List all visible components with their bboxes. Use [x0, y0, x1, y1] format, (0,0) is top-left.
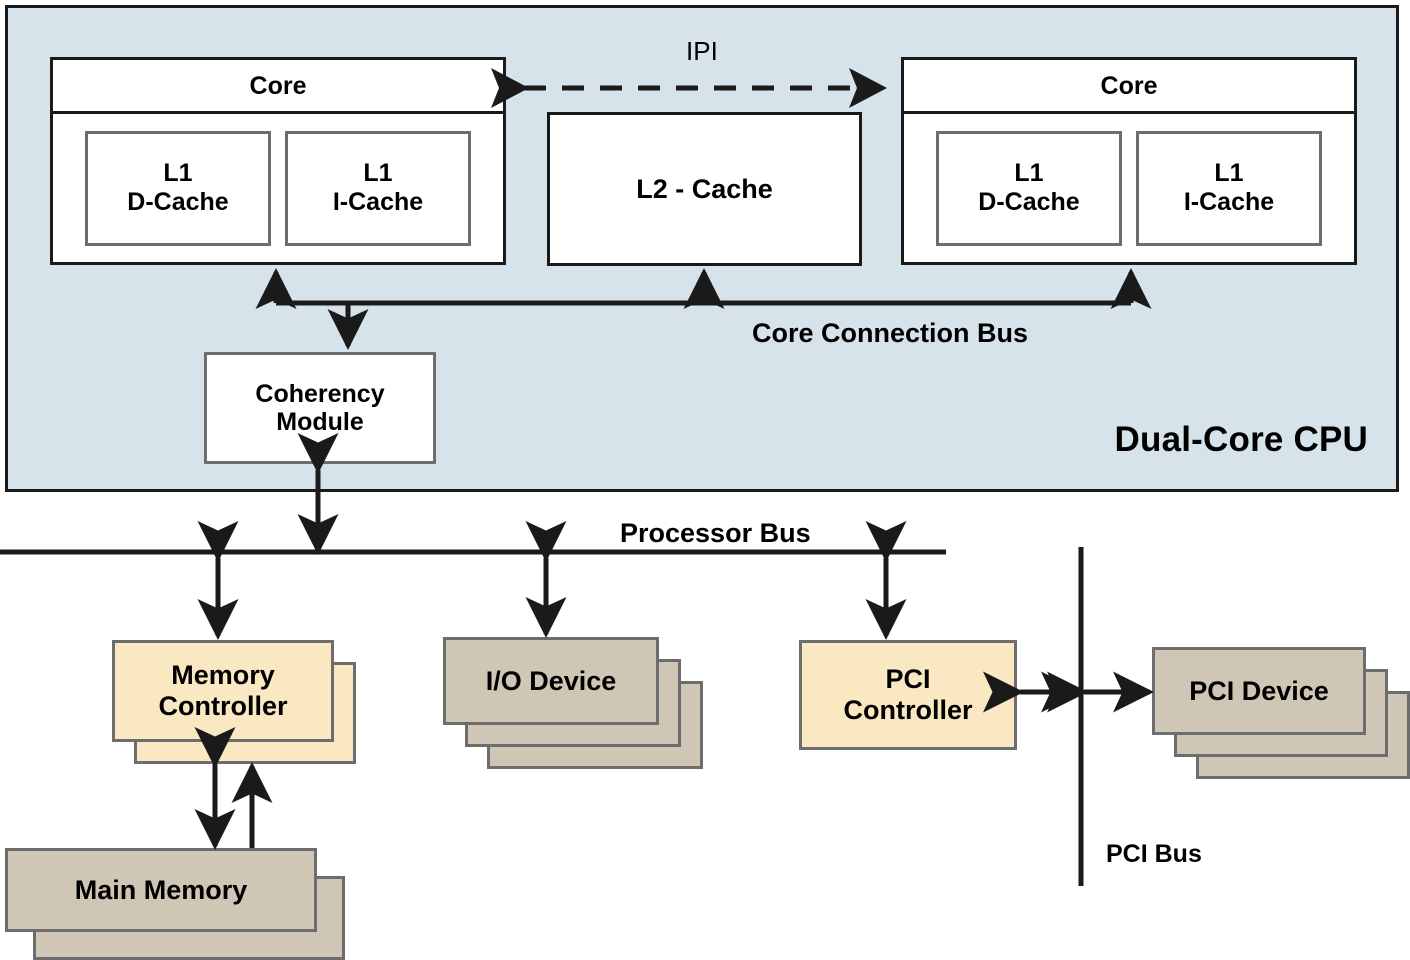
main-memory-label: Main Memory: [74, 874, 248, 905]
coherency-module-line1: Coherency: [255, 380, 385, 408]
l1-d-cache-left: L1 D-Cache: [85, 130, 271, 246]
pci-controller-stack: PCI Controller: [799, 640, 1017, 750]
memory-controller-card-front: Memory Controller: [112, 640, 334, 742]
l1-d-cache-right: L1 D-Cache: [936, 130, 1122, 246]
memory-controller-stack: Memory Controller: [112, 640, 357, 765]
pci-device-label: PCI Device: [1189, 675, 1329, 706]
memory-controller-to-main-memory-link: [194, 726, 273, 850]
pci-controller-line2: Controller: [843, 695, 973, 725]
ipi-label: IPI: [686, 36, 718, 66]
l1-i-cache-left-line2: I-Cache: [332, 188, 424, 216]
core-caches-right: L1 D-Cache L1 I-Cache: [904, 114, 1354, 262]
l1-d-cache-right-line2: D-Cache: [978, 188, 1080, 216]
core-block-right: Core L1 D-Cache L1 I-Cache: [901, 57, 1357, 265]
core-label-left: Core: [53, 60, 503, 114]
io-device-label: I/O Device: [485, 665, 617, 696]
core-label-right: Core: [904, 60, 1354, 114]
processor-bus-label: Processor Bus: [620, 518, 811, 548]
core-block-left: Core L1 D-Cache L1 I-Cache: [50, 57, 506, 265]
main-memory-stack: Main Memory: [5, 848, 345, 960]
main-memory-card-front: Main Memory: [5, 848, 317, 932]
l1-d-cache-right-line1: L1: [1014, 159, 1044, 187]
l2-cache-block: L2 - Cache: [547, 112, 862, 266]
pci-controller-line1: PCI: [885, 664, 931, 695]
l1-d-cache-left-line1: L1: [163, 159, 193, 187]
l1-i-cache-right: L1 I-Cache: [1136, 130, 1322, 246]
l1-d-cache-left-line2: D-Cache: [127, 188, 229, 216]
diagram-canvas: Core L1 D-Cache L1 I-Cache L2 - Cache Co…: [0, 0, 1410, 960]
l1-i-cache-right-line1: L1: [1214, 159, 1244, 187]
coherency-module-block: Coherency Module: [204, 352, 436, 464]
l1-i-cache-left: L1 I-Cache: [285, 130, 471, 246]
pci-bus-label: PCI Bus: [1106, 840, 1202, 868]
l1-i-cache-left-line1: L1: [363, 159, 393, 187]
memory-controller-line1: Memory: [171, 660, 275, 691]
core-caches-left: L1 D-Cache L1 I-Cache: [53, 114, 503, 262]
memory-controller-line2: Controller: [158, 691, 288, 721]
io-device-stack: I/O Device: [443, 637, 703, 769]
io-device-card-front: I/O Device: [443, 637, 659, 725]
core-connection-bus-label: Core Connection Bus: [752, 318, 1029, 348]
l1-i-cache-right-line2: I-Cache: [1183, 188, 1275, 216]
cpu-package-title: Dual-Core CPU: [1114, 420, 1368, 459]
coherency-module-line2: Module: [276, 408, 364, 436]
pci-controller-card-front: PCI Controller: [799, 640, 1017, 750]
pci-device-stack: PCI Device: [1152, 647, 1410, 779]
pci-device-card-front: PCI Device: [1152, 647, 1366, 735]
